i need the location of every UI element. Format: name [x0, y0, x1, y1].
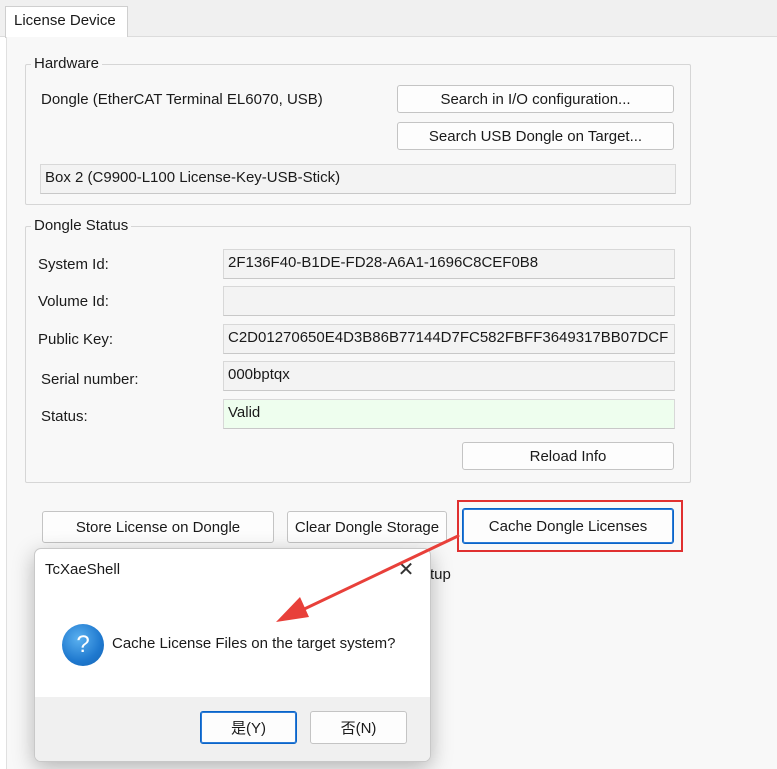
annotation-arrow	[276, 534, 460, 622]
